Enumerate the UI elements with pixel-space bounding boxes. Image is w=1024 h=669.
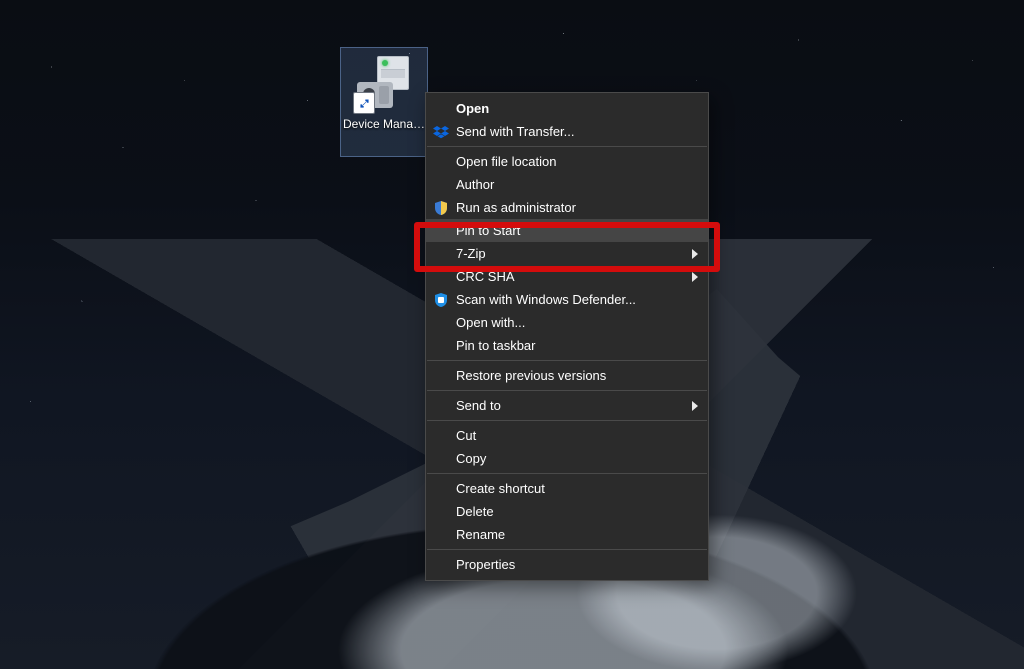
menu-item-label: Send to xyxy=(456,398,501,413)
menu-item-label: Copy xyxy=(456,451,486,466)
menu-item-open[interactable]: Open xyxy=(426,97,708,120)
desktop-shortcut-label: Device Mana… xyxy=(341,116,427,132)
menu-item-7zip[interactable]: 7-Zip xyxy=(426,242,708,265)
menu-separator xyxy=(427,390,707,391)
menu-item-pin-to-taskbar[interactable]: Pin to taskbar xyxy=(426,334,708,357)
menu-item-label: Open xyxy=(456,101,489,116)
menu-item-crc-sha[interactable]: CRC SHA xyxy=(426,265,708,288)
menu-item-label: Open with... xyxy=(456,315,525,330)
menu-item-copy[interactable]: Copy xyxy=(426,447,708,470)
menu-separator xyxy=(427,549,707,550)
menu-item-send-with-transfer[interactable]: Send with Transfer... xyxy=(426,120,708,143)
menu-item-label: 7-Zip xyxy=(456,246,486,261)
menu-item-label: Rename xyxy=(456,527,505,542)
menu-separator xyxy=(427,360,707,361)
menu-item-open-file-location[interactable]: Open file location xyxy=(426,150,708,173)
menu-item-label: Properties xyxy=(456,557,515,572)
device-manager-icon xyxy=(353,52,415,114)
menu-item-rename[interactable]: Rename xyxy=(426,523,708,546)
menu-item-label: Send with Transfer... xyxy=(456,124,575,139)
menu-item-label: Cut xyxy=(456,428,476,443)
menu-item-cut[interactable]: Cut xyxy=(426,424,708,447)
menu-item-label: Pin to Start xyxy=(456,223,520,238)
menu-separator xyxy=(427,146,707,147)
menu-item-label: Restore previous versions xyxy=(456,368,606,383)
menu-item-pin-to-start[interactable]: Pin to Start xyxy=(426,219,708,242)
admin-shield-icon xyxy=(433,200,449,216)
menu-item-scan-defender[interactable]: Scan with Windows Defender... xyxy=(426,288,708,311)
menu-item-label: CRC SHA xyxy=(456,269,515,284)
menu-item-run-as-administrator[interactable]: Run as administrator xyxy=(426,196,708,219)
menu-item-send-to[interactable]: Send to xyxy=(426,394,708,417)
menu-item-label: Author xyxy=(456,177,494,192)
menu-item-label: Pin to taskbar xyxy=(456,338,536,353)
menu-separator xyxy=(427,473,707,474)
dropbox-icon xyxy=(433,124,449,140)
menu-item-label: Open file location xyxy=(456,154,556,169)
menu-separator xyxy=(427,420,707,421)
menu-item-restore-previous-versions[interactable]: Restore previous versions xyxy=(426,364,708,387)
chevron-right-icon xyxy=(692,272,698,282)
chevron-right-icon xyxy=(692,249,698,259)
menu-item-label: Delete xyxy=(456,504,494,519)
shortcut-context-menu: Open Send with Transfer... Open file loc… xyxy=(425,92,709,581)
menu-item-label: Scan with Windows Defender... xyxy=(456,292,636,307)
chevron-right-icon xyxy=(692,401,698,411)
menu-item-author[interactable]: Author xyxy=(426,173,708,196)
menu-item-delete[interactable]: Delete xyxy=(426,500,708,523)
shortcut-arrow-overlay-icon xyxy=(353,92,375,114)
menu-item-label: Run as administrator xyxy=(456,200,576,215)
desktop-shortcut-device-manager[interactable]: Device Mana… xyxy=(341,48,427,156)
menu-item-properties[interactable]: Properties xyxy=(426,553,708,576)
menu-item-label: Create shortcut xyxy=(456,481,545,496)
menu-item-create-shortcut[interactable]: Create shortcut xyxy=(426,477,708,500)
defender-shield-icon xyxy=(433,292,449,308)
menu-item-open-with[interactable]: Open with... xyxy=(426,311,708,334)
